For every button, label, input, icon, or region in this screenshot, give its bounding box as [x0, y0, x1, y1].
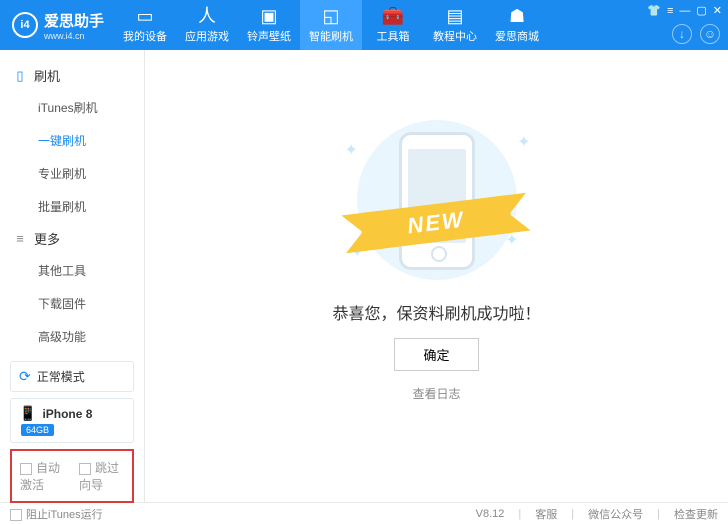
- minimize-icon[interactable]: —: [679, 5, 690, 17]
- sidebar-item-oneclick-flash[interactable]: 一键刷机: [0, 124, 144, 157]
- mode-card[interactable]: ⟳ 正常模式: [10, 361, 134, 392]
- skip-guide-checkbox[interactable]: 跳过向导: [79, 459, 124, 493]
- tab-store[interactable]: ☗爱思商城: [486, 0, 548, 50]
- wechat-link[interactable]: 微信公众号: [588, 506, 643, 522]
- tab-ringtones[interactable]: ▣铃声壁纸: [238, 0, 300, 50]
- tab-toolbox[interactable]: 🧰工具箱: [362, 0, 424, 50]
- note-icon: ▣: [261, 7, 278, 25]
- support-link[interactable]: 客服: [535, 506, 557, 522]
- toolbox-icon: 🧰: [382, 7, 404, 25]
- device-icon: ▯: [12, 68, 28, 84]
- tab-my-device[interactable]: ▭我的设备: [114, 0, 176, 50]
- sidebar-item-pro-flash[interactable]: 专业刷机: [0, 157, 144, 190]
- phone-icon: ▭: [137, 7, 154, 25]
- maximize-icon[interactable]: ▢: [696, 4, 706, 17]
- brand-title: 爱思助手: [44, 10, 104, 31]
- close-icon[interactable]: ✕: [713, 4, 722, 17]
- device-name: iPhone 8: [42, 407, 92, 421]
- sidebar-item-download-fw[interactable]: 下载固件: [0, 287, 144, 320]
- sidebar-cat-flash: ▯刷机: [0, 60, 144, 91]
- sparkle-icon: ✦: [345, 140, 358, 160]
- menu-icon[interactable]: ≡: [667, 5, 673, 17]
- sidebar: ▯刷机 iTunes刷机 一键刷机 专业刷机 批量刷机 ≡更多 其他工具 下载固…: [0, 50, 145, 502]
- sidebar-item-itunes-flash[interactable]: iTunes刷机: [0, 91, 144, 124]
- sparkle-icon: ✦: [517, 132, 530, 152]
- brand-url: www.i4.cn: [44, 31, 104, 41]
- user-button[interactable]: ☺: [700, 24, 720, 44]
- options-highlight-box: 自动激活 跳过向导: [10, 449, 134, 503]
- sync-icon: ⟳: [19, 368, 31, 385]
- success-message: 恭喜您，保资料刷机成功啦！: [332, 300, 540, 324]
- logo-badge-icon: i4: [12, 12, 38, 38]
- check-update-link[interactable]: 检查更新: [674, 506, 718, 522]
- shirt-icon[interactable]: 👕: [647, 4, 661, 17]
- sidebar-item-other-tools[interactable]: 其他工具: [0, 254, 144, 287]
- tab-smart-flash[interactable]: ◱智能刷机: [300, 0, 362, 50]
- version-label: V8.12: [476, 508, 505, 520]
- apps-icon: 人: [198, 7, 216, 25]
- block-itunes-checkbox[interactable]: 阻止iTunes运行: [10, 506, 103, 522]
- auto-activate-checkbox[interactable]: 自动激活: [20, 459, 65, 493]
- storage-badge: 64GB: [21, 424, 54, 436]
- main-tabs: ▭我的设备 人应用游戏 ▣铃声壁纸 ◱智能刷机 🧰工具箱 ▤教程中心 ☗爱思商城: [114, 0, 548, 50]
- refresh-icon: ◱: [323, 7, 340, 25]
- main-content: ✦ ✦ ✦ ✦ NEW 恭喜您，保资料刷机成功啦！ 确定 查看日志: [145, 50, 728, 502]
- app-header: i4 爱思助手 www.i4.cn ▭我的设备 人应用游戏 ▣铃声壁纸 ◱智能刷…: [0, 0, 728, 50]
- mode-label: 正常模式: [37, 368, 85, 385]
- sidebar-item-advanced[interactable]: 高级功能: [0, 320, 144, 353]
- sidebar-cat-more: ≡更多: [0, 223, 144, 254]
- app-logo: i4 爱思助手 www.i4.cn: [0, 10, 114, 41]
- tab-apps-games[interactable]: 人应用游戏: [176, 0, 238, 50]
- window-controls: 👕 ≡ — ▢ ✕: [647, 4, 722, 17]
- success-illustration: ✦ ✦ ✦ ✦ NEW: [337, 120, 537, 280]
- store-icon: ☗: [509, 7, 525, 25]
- download-button[interactable]: ↓: [672, 24, 692, 44]
- view-log-link[interactable]: 查看日志: [412, 385, 460, 402]
- ok-button[interactable]: 确定: [394, 338, 478, 371]
- sidebar-item-batch-flash[interactable]: 批量刷机: [0, 190, 144, 223]
- phone-small-icon: 📱: [19, 405, 36, 422]
- tab-tutorials[interactable]: ▤教程中心: [424, 0, 486, 50]
- more-icon: ≡: [12, 231, 28, 246]
- device-card[interactable]: 📱 iPhone 8 64GB: [10, 398, 134, 443]
- book-icon: ▤: [447, 7, 464, 25]
